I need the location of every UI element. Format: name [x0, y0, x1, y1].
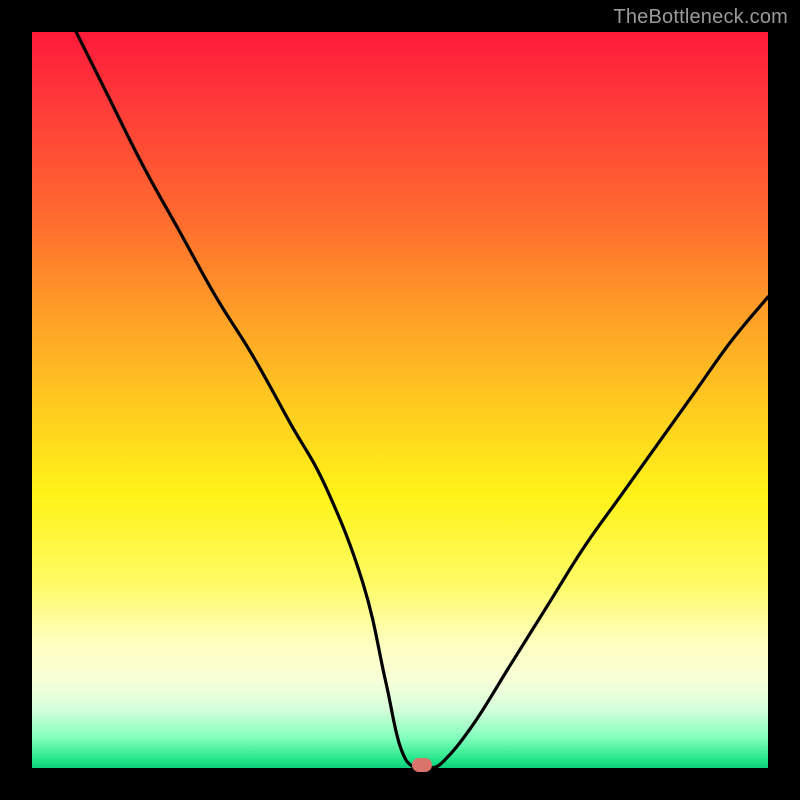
plot-area: [32, 32, 768, 768]
watermark-text: TheBottleneck.com: [613, 6, 788, 29]
optimal-marker: [412, 758, 432, 772]
chart-frame: TheBottleneck.com: [0, 0, 800, 800]
bottleneck-curve: [32, 32, 768, 768]
